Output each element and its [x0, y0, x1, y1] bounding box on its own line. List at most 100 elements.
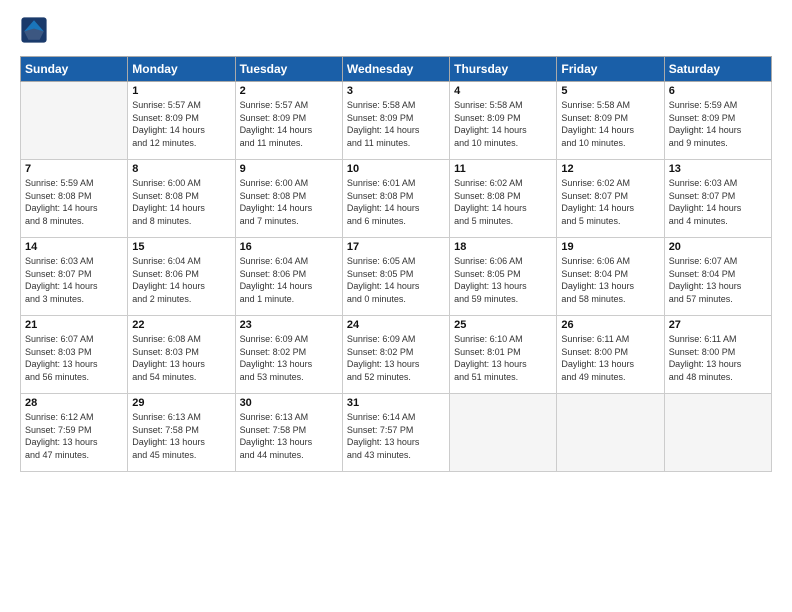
week-row-4: 21 Sunrise: 6:07 AM Sunset: 8:03 PM Dayli… — [21, 316, 772, 394]
day-cell: 16 Sunrise: 6:04 AM Sunset: 8:06 PM Dayli… — [235, 238, 342, 316]
day-info: Sunrise: 5:57 AM Sunset: 8:09 PM Dayligh… — [240, 99, 338, 149]
logo — [20, 16, 50, 44]
weekday-header-saturday: Saturday — [664, 57, 771, 82]
day-number: 27 — [669, 319, 767, 331]
day-number: 10 — [347, 163, 445, 175]
day-info: Sunrise: 5:59 AM Sunset: 8:08 PM Dayligh… — [25, 177, 123, 227]
day-info: Sunrise: 6:09 AM Sunset: 8:02 PM Dayligh… — [347, 333, 445, 383]
day-info: Sunrise: 6:04 AM Sunset: 8:06 PM Dayligh… — [240, 255, 338, 305]
day-cell: 3 Sunrise: 5:58 AM Sunset: 8:09 PM Daylig… — [342, 82, 449, 160]
day-cell: 27 Sunrise: 6:11 AM Sunset: 8:00 PM Dayli… — [664, 316, 771, 394]
day-info: Sunrise: 6:00 AM Sunset: 8:08 PM Dayligh… — [240, 177, 338, 227]
day-number: 22 — [132, 319, 230, 331]
weekday-header-wednesday: Wednesday — [342, 57, 449, 82]
day-number: 3 — [347, 85, 445, 97]
day-info: Sunrise: 5:57 AM Sunset: 8:09 PM Dayligh… — [132, 99, 230, 149]
day-cell: 17 Sunrise: 6:05 AM Sunset: 8:05 PM Dayli… — [342, 238, 449, 316]
day-cell: 8 Sunrise: 6:00 AM Sunset: 8:08 PM Daylig… — [128, 160, 235, 238]
weekday-header-thursday: Thursday — [450, 57, 557, 82]
day-info: Sunrise: 6:02 AM Sunset: 8:07 PM Dayligh… — [561, 177, 659, 227]
day-number: 13 — [669, 163, 767, 175]
day-info: Sunrise: 6:08 AM Sunset: 8:03 PM Dayligh… — [132, 333, 230, 383]
day-cell: 24 Sunrise: 6:09 AM Sunset: 8:02 PM Dayli… — [342, 316, 449, 394]
day-cell — [664, 394, 771, 472]
day-cell: 13Sunrise: 6:03 AM Sunset: 8:07 PM Dayli… — [664, 160, 771, 238]
day-cell: 2 Sunrise: 5:57 AM Sunset: 8:09 PM Daylig… — [235, 82, 342, 160]
day-cell: 5 Sunrise: 5:58 AM Sunset: 8:09 PM Daylig… — [557, 82, 664, 160]
day-info: Sunrise: 6:05 AM Sunset: 8:05 PM Dayligh… — [347, 255, 445, 305]
day-cell: 19 Sunrise: 6:06 AM Sunset: 8:04 PM Dayli… — [557, 238, 664, 316]
day-number: 26 — [561, 319, 659, 331]
day-number: 1 — [132, 85, 230, 97]
weekday-header-monday: Monday — [128, 57, 235, 82]
weekday-header-tuesday: Tuesday — [235, 57, 342, 82]
day-number: 29 — [132, 397, 230, 409]
day-cell: 25Sunrise: 6:10 AM Sunset: 8:01 PM Dayli… — [450, 316, 557, 394]
day-cell: 11Sunrise: 6:02 AM Sunset: 8:08 PM Dayli… — [450, 160, 557, 238]
day-number: 31 — [347, 397, 445, 409]
day-number: 21 — [25, 319, 123, 331]
day-info: Sunrise: 6:02 AM Sunset: 8:08 PM Dayligh… — [454, 177, 552, 227]
day-cell: 7 Sunrise: 5:59 AM Sunset: 8:08 PM Daylig… — [21, 160, 128, 238]
day-info: Sunrise: 6:13 AM Sunset: 7:58 PM Dayligh… — [132, 411, 230, 461]
day-number: 5 — [561, 85, 659, 97]
day-number: 30 — [240, 397, 338, 409]
day-cell: 31 Sunrise: 6:14 AM Sunset: 7:57 PM Dayli… — [342, 394, 449, 472]
weekday-header-friday: Friday — [557, 57, 664, 82]
day-cell: 26 Sunrise: 6:11 AM Sunset: 8:00 PM Dayli… — [557, 316, 664, 394]
day-info: Sunrise: 6:04 AM Sunset: 8:06 PM Dayligh… — [132, 255, 230, 305]
day-cell: 30 Sunrise: 6:13 AM Sunset: 7:58 PM Dayli… — [235, 394, 342, 472]
day-number: 8 — [132, 163, 230, 175]
day-cell: 10Sunrise: 6:01 AM Sunset: 8:08 PM Dayli… — [342, 160, 449, 238]
day-info: Sunrise: 6:13 AM Sunset: 7:58 PM Dayligh… — [240, 411, 338, 461]
day-number: 16 — [240, 241, 338, 253]
day-number: 7 — [25, 163, 123, 175]
day-cell: 15 Sunrise: 6:04 AM Sunset: 8:06 PM Dayli… — [128, 238, 235, 316]
day-number: 6 — [669, 85, 767, 97]
page: SundayMondayTuesdayWednesdayThursdayFrid… — [0, 0, 792, 482]
day-info: Sunrise: 6:12 AM Sunset: 7:59 PM Dayligh… — [25, 411, 123, 461]
day-number: 19 — [561, 241, 659, 253]
day-number: 14 — [25, 241, 123, 253]
calendar-table: SundayMondayTuesdayWednesdayThursdayFrid… — [20, 56, 772, 472]
day-info: Sunrise: 6:06 AM Sunset: 8:04 PM Dayligh… — [561, 255, 659, 305]
week-row-2: 7 Sunrise: 5:59 AM Sunset: 8:08 PM Daylig… — [21, 160, 772, 238]
day-cell: 1 Sunrise: 5:57 AM Sunset: 8:09 PM Daylig… — [128, 82, 235, 160]
day-number: 4 — [454, 85, 552, 97]
day-info: Sunrise: 6:03 AM Sunset: 8:07 PM Dayligh… — [25, 255, 123, 305]
week-row-3: 14 Sunrise: 6:03 AM Sunset: 8:07 PM Dayli… — [21, 238, 772, 316]
day-cell: 14 Sunrise: 6:03 AM Sunset: 8:07 PM Dayli… — [21, 238, 128, 316]
day-number: 17 — [347, 241, 445, 253]
day-info: Sunrise: 5:58 AM Sunset: 8:09 PM Dayligh… — [561, 99, 659, 149]
day-info: Sunrise: 6:00 AM Sunset: 8:08 PM Dayligh… — [132, 177, 230, 227]
day-number: 2 — [240, 85, 338, 97]
day-number: 25 — [454, 319, 552, 331]
day-cell — [21, 82, 128, 160]
day-info: Sunrise: 6:11 AM Sunset: 8:00 PM Dayligh… — [561, 333, 659, 383]
day-number: 9 — [240, 163, 338, 175]
day-info: Sunrise: 5:59 AM Sunset: 8:09 PM Dayligh… — [669, 99, 767, 149]
day-cell — [557, 394, 664, 472]
day-number: 28 — [25, 397, 123, 409]
logo-icon — [20, 16, 48, 44]
day-cell: 18Sunrise: 6:06 AM Sunset: 8:05 PM Dayli… — [450, 238, 557, 316]
weekday-header-sunday: Sunday — [21, 57, 128, 82]
day-cell: 29 Sunrise: 6:13 AM Sunset: 7:58 PM Dayli… — [128, 394, 235, 472]
day-cell: 6 Sunrise: 5:59 AM Sunset: 8:09 PM Daylig… — [664, 82, 771, 160]
day-number: 15 — [132, 241, 230, 253]
day-cell: 22 Sunrise: 6:08 AM Sunset: 8:03 PM Dayli… — [128, 316, 235, 394]
week-row-1: 1 Sunrise: 5:57 AM Sunset: 8:09 PM Daylig… — [21, 82, 772, 160]
day-number: 23 — [240, 319, 338, 331]
day-info: Sunrise: 6:09 AM Sunset: 8:02 PM Dayligh… — [240, 333, 338, 383]
header — [20, 16, 772, 44]
day-info: Sunrise: 6:14 AM Sunset: 7:57 PM Dayligh… — [347, 411, 445, 461]
day-info: Sunrise: 6:07 AM Sunset: 8:03 PM Dayligh… — [25, 333, 123, 383]
day-cell: 21 Sunrise: 6:07 AM Sunset: 8:03 PM Dayli… — [21, 316, 128, 394]
day-info: Sunrise: 5:58 AM Sunset: 8:09 PM Dayligh… — [347, 99, 445, 149]
weekday-header-row: SundayMondayTuesdayWednesdayThursdayFrid… — [21, 57, 772, 82]
day-cell: 12Sunrise: 6:02 AM Sunset: 8:07 PM Dayli… — [557, 160, 664, 238]
day-cell: 9 Sunrise: 6:00 AM Sunset: 8:08 PM Daylig… — [235, 160, 342, 238]
day-info: Sunrise: 6:11 AM Sunset: 8:00 PM Dayligh… — [669, 333, 767, 383]
day-info: Sunrise: 6:06 AM Sunset: 8:05 PM Dayligh… — [454, 255, 552, 305]
day-number: 24 — [347, 319, 445, 331]
